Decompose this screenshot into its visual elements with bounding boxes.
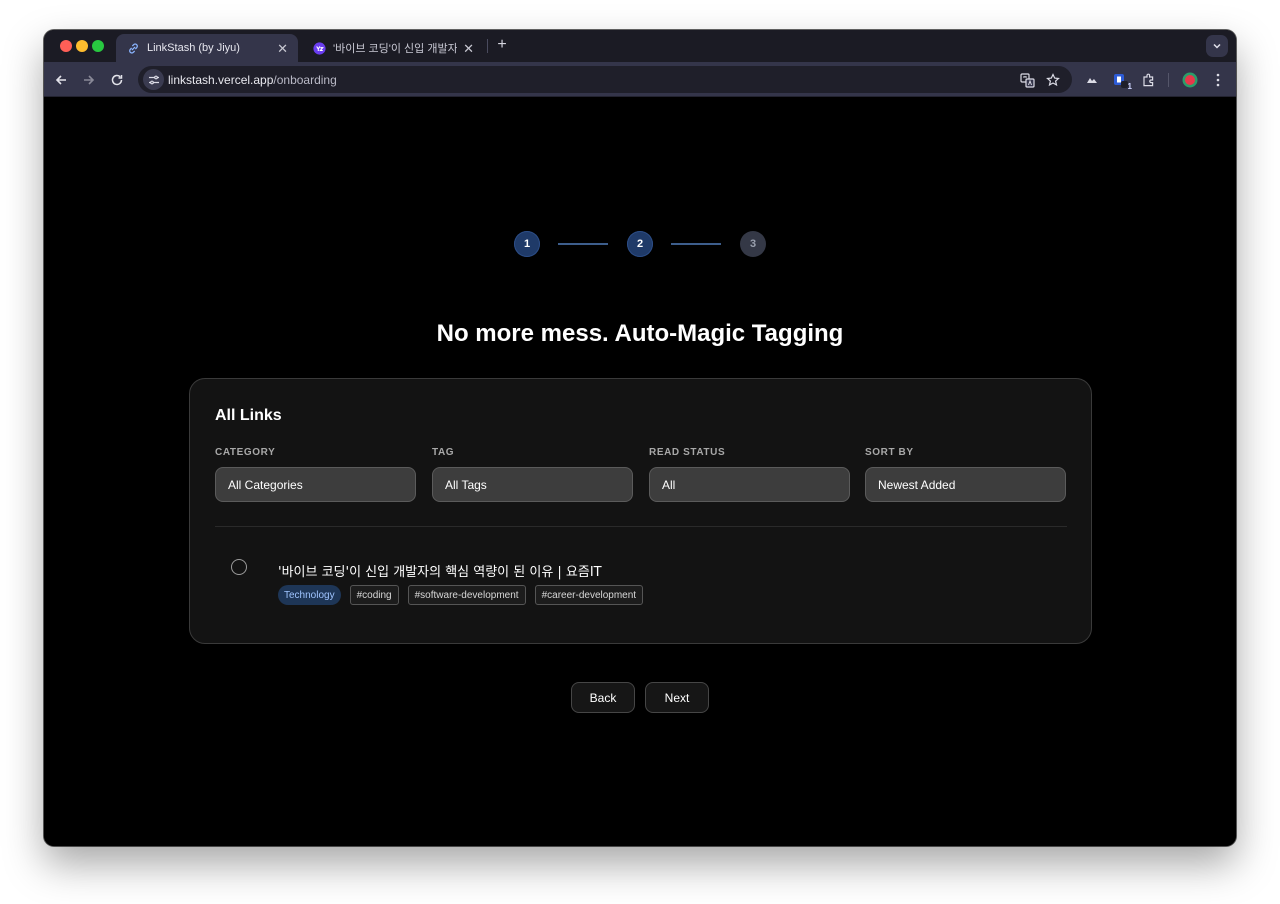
yozmit-icon [312, 41, 326, 55]
step-connector [558, 243, 608, 245]
filter-label: SORT BY [865, 447, 914, 458]
minimize-window-button[interactable] [76, 40, 88, 52]
read-status-select[interactable]: All [649, 467, 850, 502]
url-domain: linkstash.vercel.app [168, 73, 274, 87]
close-tab-icon[interactable]: ✕ [463, 42, 474, 55]
maximize-window-button[interactable] [92, 40, 104, 52]
filter-label: TAG [432, 447, 455, 458]
toolbar-divider [1168, 73, 1169, 87]
close-window-button[interactable] [60, 40, 72, 52]
site-settings-icon[interactable] [143, 69, 164, 90]
tab-separator [487, 39, 488, 53]
links-card: All Links CATEGORY All Categories TAG Al… [189, 378, 1092, 644]
filter-label: CATEGORY [215, 447, 276, 458]
filter-category: CATEGORY All Categories [215, 447, 416, 502]
card-title: All Links [215, 407, 282, 424]
tag-chip[interactable]: #career-development [534, 585, 644, 605]
new-tab-button[interactable]: + [492, 35, 512, 55]
address-bar[interactable]: linkstash.vercel.app/onboarding [138, 66, 1072, 93]
step-3: 3 [740, 231, 766, 257]
browser-window: LinkStash (by Jiyu) ✕ '바이브 코딩'이 신입 개발자의 … [44, 30, 1236, 846]
close-tab-icon[interactable]: ✕ [277, 42, 288, 55]
filter-sort-by: SORT BY Newest Added [865, 447, 1066, 502]
sort-by-select[interactable]: Newest Added [865, 467, 1066, 502]
back-arrow-icon[interactable] [50, 69, 72, 91]
filter-tag: TAG All Tags [432, 447, 633, 502]
back-button[interactable]: Back [571, 682, 635, 713]
page-headline: No more mess. Auto-Magic Tagging [436, 320, 844, 347]
extension-badge-count: 1 [1127, 82, 1132, 91]
read-status-radio[interactable] [231, 559, 247, 575]
more-menu-icon[interactable] [1207, 69, 1229, 91]
filter-label: READ STATUS [649, 447, 726, 458]
browser-toolbar: linkstash.vercel.app/onboarding 1 [44, 62, 1236, 97]
onboarding-page: 1 2 3 No more mess. Auto-Magic Tagging A… [44, 98, 1236, 846]
tab-linkstash[interactable]: LinkStash (by Jiyu) ✕ [116, 34, 298, 62]
tab-title: LinkStash (by Jiyu) [147, 42, 240, 54]
tab-yozmit-article[interactable]: '바이브 코딩'이 신입 개발자의 핵심 역량이 된 이유 | 요즘IT ✕ [302, 34, 484, 62]
tab-search-button[interactable] [1206, 35, 1228, 57]
url-text: linkstash.vercel.app/onboarding [168, 73, 337, 87]
url-path: /onboarding [273, 73, 337, 87]
translate-icon[interactable] [1017, 70, 1037, 90]
category-chip[interactable]: Technology [278, 585, 341, 605]
step-connector [671, 243, 721, 245]
category-select[interactable]: All Categories [215, 467, 416, 502]
reload-icon[interactable] [106, 69, 128, 91]
divider [215, 526, 1067, 527]
tag-chip[interactable]: #software-development [407, 585, 526, 605]
link-title[interactable]: '바이브 코딩'이 신입 개발자의 핵심 역량이 된 이유 | 요즘IT [278, 561, 602, 580]
step-2: 2 [627, 231, 653, 257]
tab-title: '바이브 코딩'이 신입 개발자의 핵심 역량이 된 이유 | 요즘IT [333, 43, 458, 55]
link-chips: Technology #coding #software-development… [278, 585, 644, 605]
tag-select[interactable]: All Tags [432, 467, 633, 502]
step-1: 1 [514, 231, 540, 257]
link-icon [126, 41, 140, 55]
forward-arrow-icon[interactable] [78, 69, 100, 91]
tab-strip: LinkStash (by Jiyu) ✕ '바이브 코딩'이 신입 개발자의 … [44, 30, 1236, 62]
chevron-down-icon [1213, 43, 1221, 49]
puzzle-icon[interactable] [1137, 69, 1159, 91]
extension-badge-icon[interactable]: 1 [1109, 69, 1132, 91]
tag-chip[interactable]: #coding [349, 585, 399, 605]
profile-avatar-icon[interactable] [1179, 69, 1201, 91]
filter-read-status: READ STATUS All [649, 447, 850, 502]
progress-stepper: 1 2 3 [514, 231, 768, 257]
bookmark-star-icon[interactable] [1043, 70, 1063, 90]
extension-icon[interactable] [1081, 69, 1103, 91]
next-button[interactable]: Next [645, 682, 709, 713]
